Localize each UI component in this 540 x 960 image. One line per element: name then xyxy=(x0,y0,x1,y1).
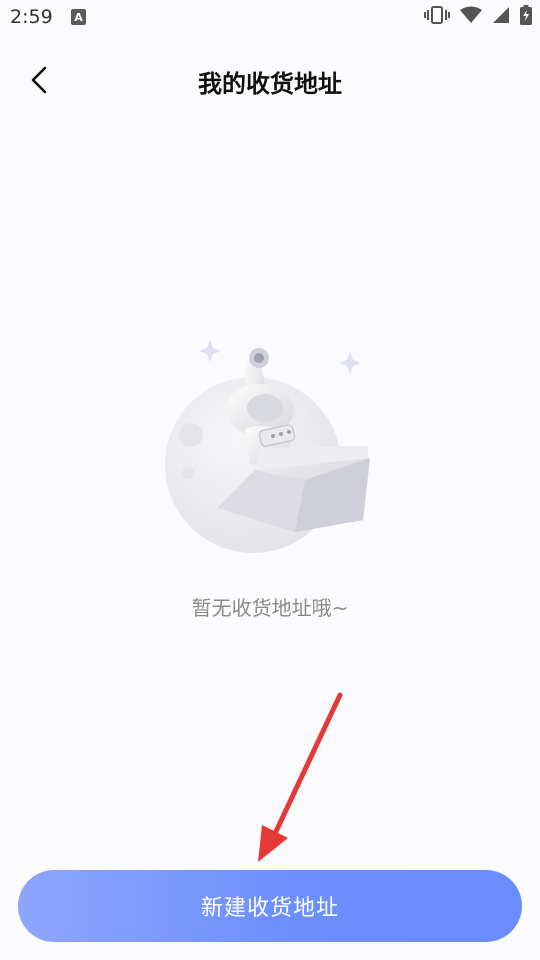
empty-state-illustration xyxy=(155,330,395,570)
status-time: 2:59 xyxy=(10,6,53,28)
nav-bar: 我的收货地址 xyxy=(0,44,540,116)
vibrate-icon xyxy=(424,5,450,29)
empty-state-message: 暂无收货地址哦~ xyxy=(191,596,349,620)
page-title: 我的收货地址 xyxy=(198,70,342,98)
add-address-button[interactable]: 新建收货地址 xyxy=(18,870,522,942)
notification-a-icon: A xyxy=(71,9,86,25)
battery-charging-icon xyxy=(520,5,532,29)
cellular-signal-icon xyxy=(492,6,510,28)
astronaut-moon-illustration xyxy=(165,340,370,553)
status-bar: 2:59 A xyxy=(0,0,540,36)
red-arrow-icon xyxy=(258,692,343,862)
status-icons xyxy=(424,5,532,29)
wifi-icon xyxy=(460,6,482,28)
